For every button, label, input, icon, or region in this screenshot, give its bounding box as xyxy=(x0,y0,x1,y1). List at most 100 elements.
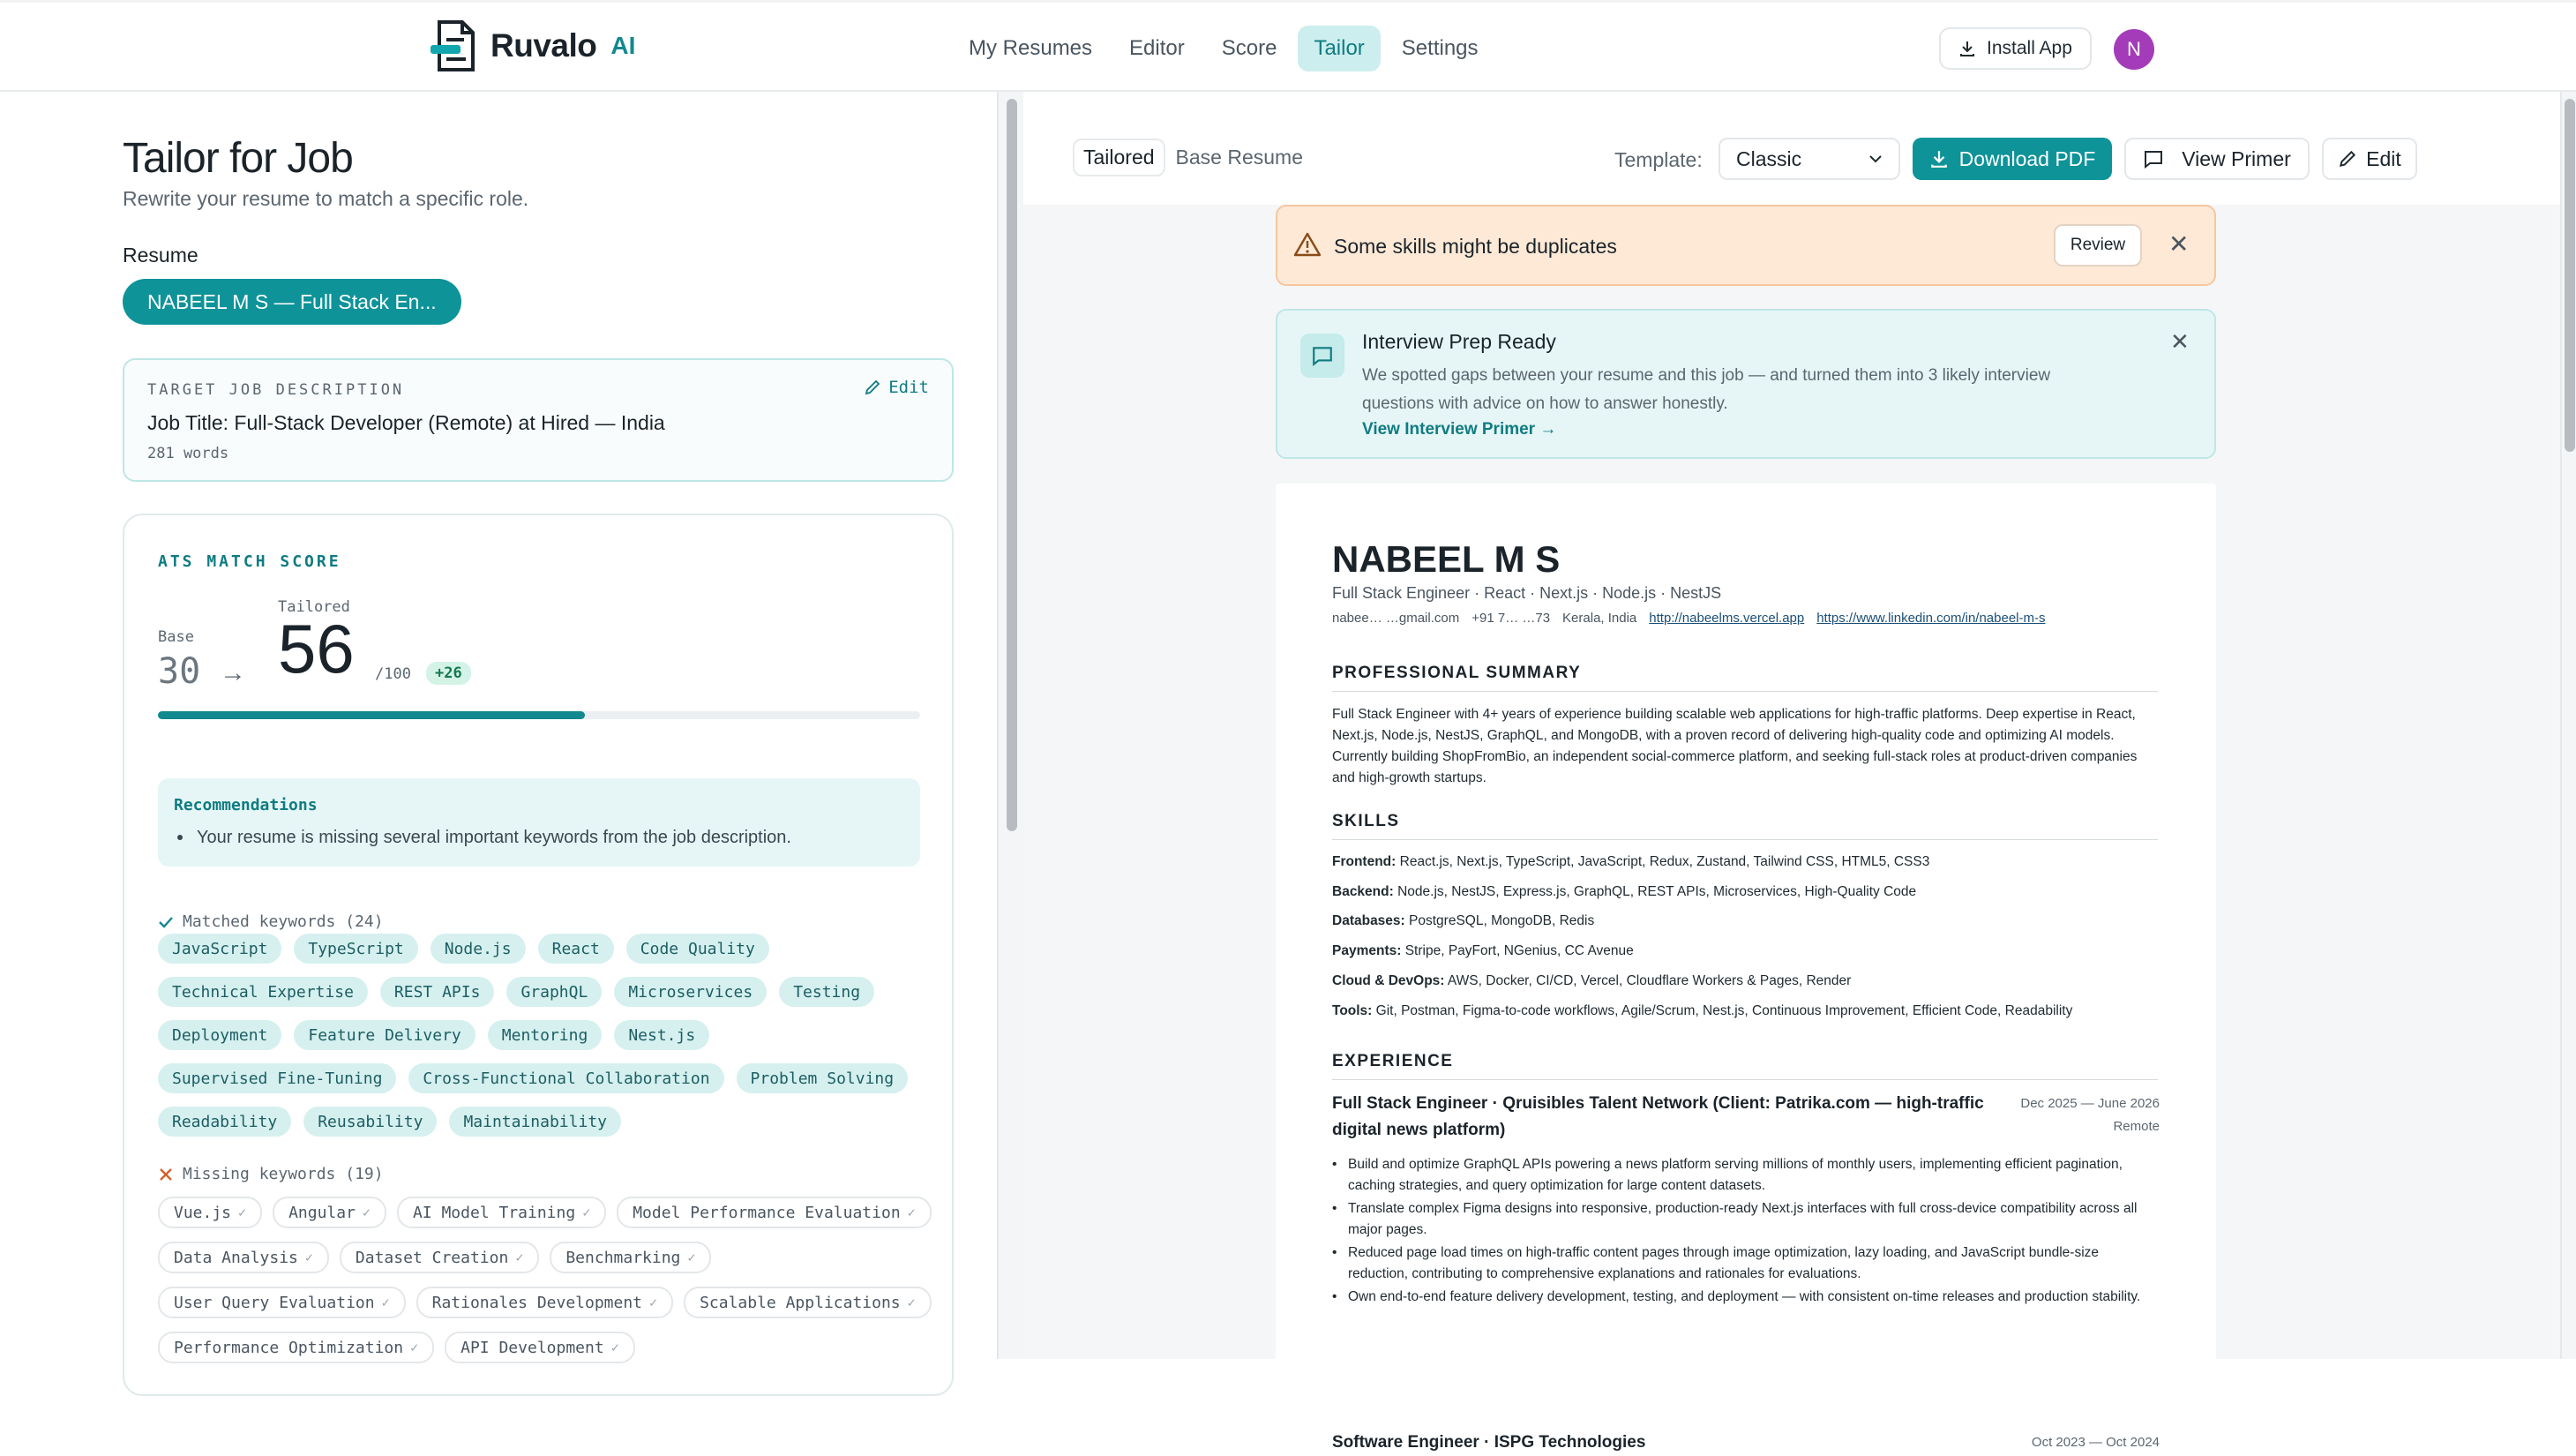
matched-keyword-chip: Mentoring xyxy=(487,1020,603,1050)
review-button[interactable]: Review xyxy=(2054,224,2142,266)
tailored-score-value: 56 xyxy=(278,610,355,687)
message-icon xyxy=(2145,151,2163,169)
resume-preview: NABEEL M S Full Stack Engineer · React ·… xyxy=(1276,484,2216,1454)
tab-tailored[interactable]: Tailored xyxy=(1073,138,1165,176)
nav-score[interactable]: Score xyxy=(1206,26,1293,71)
download-icon xyxy=(1930,151,1947,168)
check-icon: ✓ xyxy=(687,1250,696,1265)
view-primer-label: View Primer xyxy=(2182,146,2291,170)
resume-selector[interactable]: NABEEL M S — Full Stack En... xyxy=(123,279,461,325)
x-icon xyxy=(160,1167,172,1181)
missing-keyword-chip[interactable]: User Query Evaluation ✓ xyxy=(158,1287,406,1318)
matched-keywords-header: Matched keywords (24) xyxy=(158,912,384,931)
job-dates: Dec 2025 — June 2026 Remote xyxy=(2020,1096,2160,1134)
matched-keyword-chip: Technical Expertise xyxy=(158,977,368,1007)
job-description-card: TARGET JOB DESCRIPTION Edit Job Title: F… xyxy=(123,358,954,482)
score-progress-fill xyxy=(158,711,585,719)
view-primer-button[interactable]: View Primer xyxy=(2124,138,2310,180)
document-logo-icon xyxy=(431,20,475,71)
install-app-label: Install App xyxy=(1987,38,2072,58)
download-icon xyxy=(1960,41,1974,56)
nav-editor[interactable]: Editor xyxy=(1113,26,1201,71)
preview-panel: Tailored Base Resume Template: Classic D… xyxy=(1023,92,2560,1454)
prep-title: Interview Prep Ready xyxy=(1362,330,1556,353)
jd-edit-button[interactable]: Edit xyxy=(864,378,929,397)
nav-settings[interactable]: Settings xyxy=(1386,26,1494,71)
missing-keyword-chip[interactable]: Scalable Applications ✓ xyxy=(684,1287,932,1318)
nav-my-resumes[interactable]: My Resumes xyxy=(953,26,1108,71)
contact-website-link[interactable]: http://nabeelms.vercel.app xyxy=(1649,611,1804,626)
missing-keyword-chip[interactable]: Vue.js ✓ xyxy=(158,1197,263,1228)
download-pdf-button[interactable]: Download PDF xyxy=(1913,138,2112,180)
missing-keyword-chip[interactable]: Data Analysis ✓ xyxy=(158,1242,329,1273)
check-icon: ✓ xyxy=(907,1205,916,1220)
matched-keyword-chip: REST APIs xyxy=(379,977,495,1007)
matched-keywords-list: JavaScript TypeScript Node.js React Code Qua… xyxy=(158,934,934,1137)
missing-keyword-label: Performance Optimization xyxy=(174,1338,404,1357)
matched-keyword-chip: Problem Solving xyxy=(736,1063,909,1093)
score-progress-bar xyxy=(158,711,920,719)
matched-keyword-chip: JavaScript xyxy=(158,934,282,964)
jd-word-count: 281 words xyxy=(147,445,229,462)
base-score-value: 30 xyxy=(158,651,201,692)
recommendations-title: Recommendations xyxy=(174,796,318,814)
install-app-button[interactable]: Install App xyxy=(1939,27,2092,70)
resume-contact: nabee… …gmail.com +91 7… …73 Kerala, Ind… xyxy=(1332,611,2161,626)
missing-keyword-chip[interactable]: Rationales Development ✓ xyxy=(416,1287,674,1318)
missing-keyword-label: Vue.js xyxy=(174,1203,232,1222)
check-icon: ✓ xyxy=(410,1340,419,1355)
view-interview-primer-link[interactable]: View Interview Primer → xyxy=(1362,420,1556,439)
edit-resume-label: Edit xyxy=(2366,146,2401,170)
right-scrollbar-thumb[interactable] xyxy=(2565,99,2575,452)
template-select[interactable]: Classic xyxy=(1719,138,1900,180)
check-icon: ✓ xyxy=(238,1205,247,1220)
missing-keyword-chip[interactable]: Angular ✓ xyxy=(273,1197,386,1228)
summary-heading: PROFESSIONAL SUMMARY xyxy=(1332,664,2158,692)
template-value: Classic xyxy=(1736,146,1802,170)
contact-linkedin-link[interactable]: https://www.linkedin.com/in/nabeel-m-s xyxy=(1816,611,2045,626)
missing-keyword-chip[interactable]: Benchmarking ✓ xyxy=(550,1242,712,1273)
missing-keyword-label: Dataset Creation xyxy=(355,1248,509,1267)
close-icon[interactable]: ✕ xyxy=(2170,328,2190,356)
resume-name: NABEEL M S xyxy=(1332,538,1561,580)
top-navbar: Ruvalo AI My Resumes Editor Score Tailor … xyxy=(0,0,2576,92)
matched-keyword-chip: Cross-Functional Collaboration xyxy=(408,1063,724,1093)
matched-keyword-chip: React xyxy=(537,934,614,964)
contact-location: Kerala, India xyxy=(1562,611,1637,626)
interview-prep-card: Interview Prep Ready We spotted gaps bet… xyxy=(1276,309,2216,459)
tab-base-resume[interactable]: Base Resume xyxy=(1165,140,1314,175)
matched-keyword-chip: Nest.js xyxy=(614,1020,710,1050)
score-delta-badge: +26 xyxy=(426,662,471,685)
alert-text: Some skills might be duplicates xyxy=(1334,235,1617,258)
matched-keyword-chip: Microservices xyxy=(614,977,768,1007)
matched-keyword-chip: Supervised Fine-Tuning xyxy=(158,1063,397,1093)
ats-score-card: ATS MATCH SCORE Base 30 → Tailored 56 /1… xyxy=(123,514,954,1396)
missing-keyword-chip[interactable]: Model Performance Evaluation ✓ xyxy=(617,1197,932,1228)
bullet-item: Reduced page load times on high-traffic … xyxy=(1332,1242,2158,1285)
logo[interactable]: Ruvalo AI xyxy=(429,19,635,73)
matched-keyword-chip: GraphQL xyxy=(506,977,603,1007)
missing-keyword-chip[interactable]: Dataset Creation ✓ xyxy=(339,1242,540,1273)
left-scrollbar-thumb[interactable] xyxy=(1007,99,1017,831)
arrow-right-icon: → xyxy=(220,658,246,687)
nav-tailor[interactable]: Tailor xyxy=(1298,26,1381,71)
missing-keyword-label: Benchmarking xyxy=(565,1248,681,1267)
resume-label: Resume xyxy=(123,244,198,266)
chat-icon xyxy=(1300,334,1344,378)
skill-row: Cloud & DevOps: AWS, Docker, CI/CD, Verc… xyxy=(1332,973,1852,988)
right-scrollbar[interactable] xyxy=(2560,92,2576,1359)
page-subtitle: Rewrite your resume to match a specific … xyxy=(123,187,529,210)
close-icon[interactable]: ✕ xyxy=(2168,229,2189,259)
edit-resume-button[interactable]: Edit xyxy=(2322,138,2417,180)
missing-keyword-label: Rationales Development xyxy=(431,1293,643,1312)
left-scrollbar[interactable] xyxy=(997,92,1023,1359)
missing-keyword-chip[interactable]: AI Model Training ✓ xyxy=(396,1197,607,1228)
contact-phone: +91 7… …73 xyxy=(1471,611,1551,626)
recommendation-item: Your resume is missing several important… xyxy=(197,828,791,847)
avatar[interactable]: N xyxy=(2114,29,2154,70)
bullet-item: Translate complex Figma designs into res… xyxy=(1332,1198,2158,1241)
check-icon: ✓ xyxy=(362,1205,371,1220)
check-icon: ✓ xyxy=(515,1250,524,1265)
skills-heading: SKILLS xyxy=(1332,812,2158,840)
matched-keyword-chip: Node.js xyxy=(430,934,526,964)
